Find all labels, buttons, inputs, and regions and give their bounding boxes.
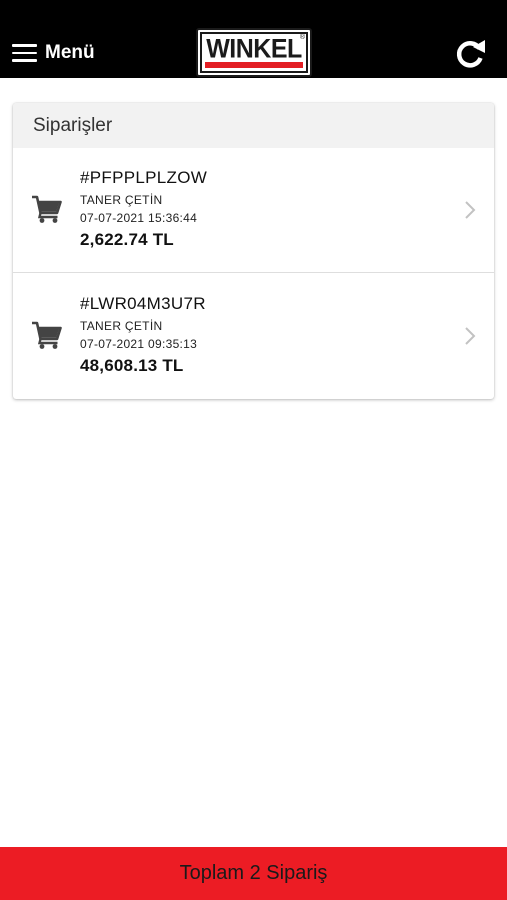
orders-panel-title: Siparişler (33, 114, 113, 136)
orders-panel-header: Siparişler (13, 103, 494, 148)
shopping-cart-icon (32, 195, 62, 223)
logo-text: WINKEL (206, 33, 302, 65)
order-datetime: 07-07-2021 09:35:13 (80, 337, 198, 351)
order-amount: 48,608.13 TL (80, 356, 184, 375)
total-orders-label: Toplam 2 Sipariş (179, 862, 328, 884)
order-id: #LWR04M3U7R (80, 294, 206, 313)
shopping-cart-icon (32, 321, 62, 349)
order-amount: 2,622.74 TL (80, 230, 174, 249)
hamburger-menu-icon (12, 44, 37, 62)
order-row[interactable]: #LWR04M3U7R TANER ÇETİN 07-07-2021 09:35… (13, 274, 494, 399)
order-customer: TANER ÇETİN (80, 319, 163, 333)
menu-label: Menü (45, 42, 95, 63)
logo-registered-mark: ® (299, 34, 305, 41)
refresh-icon (456, 40, 485, 68)
order-datetime: 07-07-2021 15:36:44 (80, 211, 198, 225)
orders-panel: Siparişler #PFPPLPLZOW TANER ÇETİN 07-07… (13, 103, 494, 399)
top-bar: Menü WINKEL ® (0, 0, 507, 78)
chevron-right-icon (465, 201, 476, 219)
order-customer: TANER ÇETİN (80, 193, 163, 207)
order-row[interactable]: #PFPPLPLZOW TANER ÇETİN 07-07-2021 15:36… (13, 148, 494, 273)
chevron-right-icon (465, 327, 476, 345)
winkel-logo: WINKEL ® (196, 28, 312, 77)
logo-red-bar (205, 62, 303, 68)
refresh-button[interactable] (452, 36, 488, 70)
menu-button[interactable]: Menü (12, 38, 95, 68)
total-orders-bar[interactable]: Toplam 2 Sipariş (0, 847, 507, 900)
order-id: #PFPPLPLZOW (80, 168, 208, 187)
